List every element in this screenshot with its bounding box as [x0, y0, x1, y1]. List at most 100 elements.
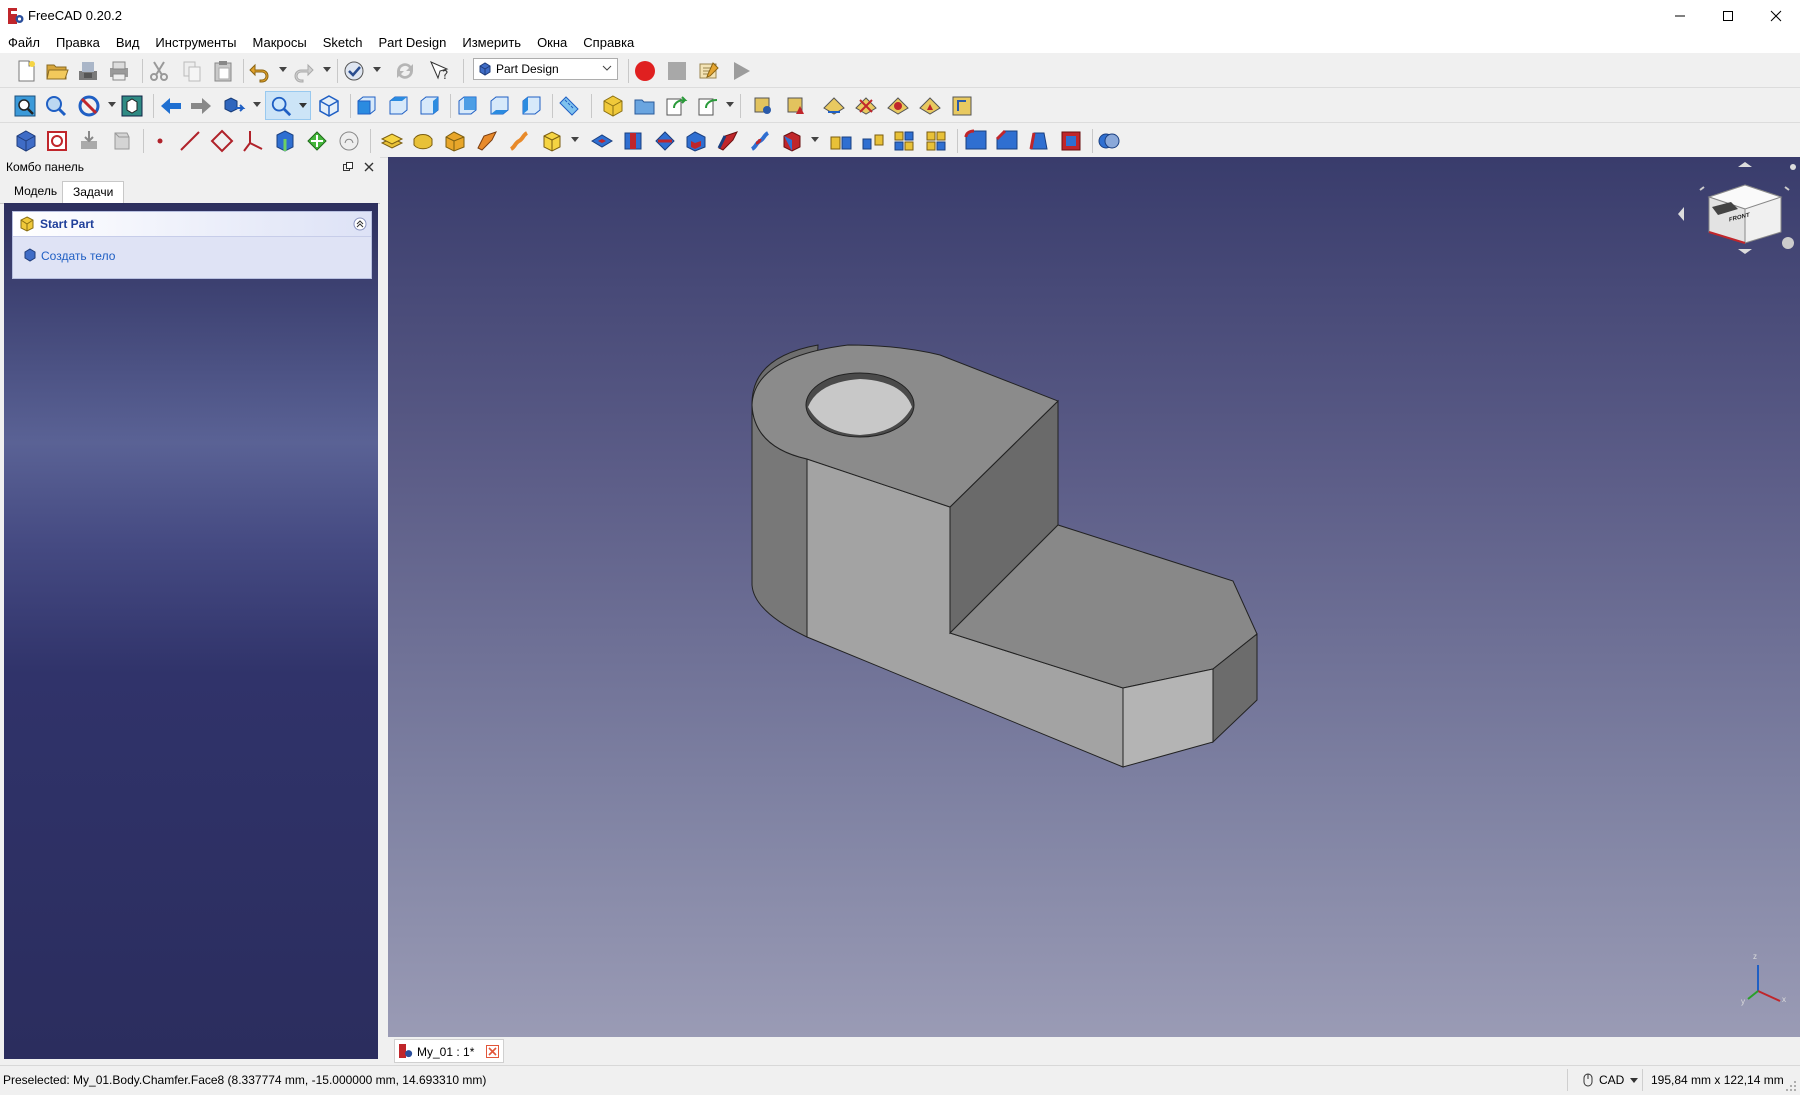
create-group-icon[interactable]: [633, 94, 657, 118]
datum-line-icon[interactable]: [178, 129, 202, 153]
additive-primitive-icon[interactable]: [540, 129, 564, 153]
dimension-icon[interactable]: [751, 94, 775, 118]
view-bottom-icon[interactable]: [487, 94, 511, 118]
chamfer-icon[interactable]: [995, 129, 1019, 153]
polar-pattern-icon[interactable]: [892, 129, 916, 153]
macro-stop-icon[interactable]: [665, 59, 689, 83]
new-document-icon[interactable]: [14, 59, 38, 83]
subtractive-pipe-icon[interactable]: [716, 129, 740, 153]
datum-point-icon[interactable]: [148, 129, 172, 153]
draft-icon[interactable]: [1027, 129, 1051, 153]
refresh-dropdown-icon[interactable]: [373, 67, 381, 72]
subtractive-primitive-dropdown-icon[interactable]: [811, 137, 819, 142]
view-top-icon[interactable]: [386, 94, 410, 118]
hole-icon[interactable]: [621, 129, 645, 153]
view-rear-icon[interactable]: [455, 94, 479, 118]
forward-arrow-icon[interactable]: [189, 94, 213, 118]
recompute-icon[interactable]: [393, 59, 417, 83]
menu-tools[interactable]: Инструменты: [147, 35, 244, 50]
subtractive-loft-icon[interactable]: [684, 129, 708, 153]
sync-view-icon[interactable]: [222, 94, 246, 118]
menu-help[interactable]: Справка: [575, 35, 642, 50]
print-icon[interactable]: [107, 59, 131, 83]
view-front-icon[interactable]: [354, 94, 378, 118]
save-icon[interactable]: [76, 59, 100, 83]
redo-dropdown-icon[interactable]: [323, 67, 331, 72]
menu-part-design[interactable]: Part Design: [370, 35, 454, 50]
boolean-icon[interactable]: [1097, 129, 1121, 153]
fit-all-icon[interactable]: [13, 94, 37, 118]
menu-measure[interactable]: Измерить: [454, 35, 529, 50]
draw-style-icon[interactable]: [77, 94, 101, 118]
back-arrow-icon[interactable]: [159, 94, 183, 118]
bounding-box-icon[interactable]: [120, 94, 144, 118]
model-canvas[interactable]: [388, 157, 1800, 1037]
float-panel-icon[interactable]: [343, 162, 353, 172]
sub-shape-binder-icon[interactable]: [305, 129, 329, 153]
additive-loft-icon[interactable]: [443, 129, 467, 153]
std-view-menu-button[interactable]: [265, 91, 311, 120]
datum-plane-icon[interactable]: [210, 129, 234, 153]
workbench-select[interactable]: Part Design: [473, 58, 618, 80]
redo-icon[interactable]: [292, 59, 316, 83]
undo-dropdown-icon[interactable]: [279, 67, 287, 72]
macro-record-icon[interactable]: [633, 59, 657, 83]
close-tab-icon[interactable]: [486, 1045, 499, 1058]
draw-style-dropdown-icon[interactable]: [108, 102, 116, 107]
create-sketch-icon[interactable]: [45, 129, 69, 153]
close-window-button[interactable]: [1752, 0, 1800, 31]
menu-macros[interactable]: Макросы: [244, 35, 314, 50]
menu-view[interactable]: Вид: [108, 35, 148, 50]
map-sketch-icon[interactable]: [109, 129, 133, 153]
resize-grip-icon[interactable]: [1786, 1081, 1797, 1092]
link-actions-icon[interactable]: [696, 94, 720, 118]
measure-toggle-all-icon[interactable]: [950, 94, 974, 118]
navigation-cube[interactable]: [1678, 162, 1800, 254]
revolution-icon[interactable]: [411, 129, 435, 153]
fillet-icon[interactable]: [964, 129, 988, 153]
menu-edit[interactable]: Правка: [48, 35, 108, 50]
linear-pattern-icon[interactable]: [861, 129, 885, 153]
macro-run-icon[interactable]: [729, 59, 753, 83]
make-link-icon[interactable]: [664, 94, 688, 118]
tab-model[interactable]: Модель: [4, 181, 67, 202]
toggle-3d-icon[interactable]: [886, 94, 910, 118]
validate-sketch-icon[interactable]: [77, 129, 101, 153]
part-model[interactable]: [751, 344, 1258, 768]
paste-icon[interactable]: [211, 59, 235, 83]
maximize-button[interactable]: [1704, 0, 1752, 31]
local-coordinate-system-icon[interactable]: [242, 129, 266, 153]
additive-pipe-icon[interactable]: [475, 129, 499, 153]
clone-icon[interactable]: [337, 129, 361, 153]
subtractive-helix-icon[interactable]: [748, 129, 772, 153]
view-left-icon[interactable]: [519, 94, 543, 118]
menu-sketch[interactable]: Sketch: [315, 35, 371, 50]
macro-edit-icon[interactable]: [697, 59, 721, 83]
close-panel-icon[interactable]: [364, 162, 374, 172]
3d-viewport[interactable]: z x y FRONT: [388, 157, 1800, 1037]
view-right-icon[interactable]: [417, 94, 441, 118]
fit-selection-icon[interactable]: [44, 94, 68, 118]
additive-primitive-dropdown-icon[interactable]: [571, 137, 579, 142]
toggle-delta-icon[interactable]: [918, 94, 942, 118]
pad-icon[interactable]: [380, 129, 404, 153]
thickness-icon[interactable]: [1059, 129, 1083, 153]
cut-icon[interactable]: [147, 59, 171, 83]
clear-all-icon[interactable]: [854, 94, 878, 118]
undo-icon[interactable]: [247, 59, 271, 83]
refresh-check-icon[interactable]: [342, 59, 366, 83]
minimize-button[interactable]: [1656, 0, 1704, 31]
document-tab[interactable]: My_01 : 1*: [394, 1039, 504, 1063]
measure-linear-icon[interactable]: [822, 94, 846, 118]
collapse-icon[interactable]: [353, 217, 367, 231]
create-part-icon[interactable]: [601, 94, 625, 118]
pocket-icon[interactable]: [590, 129, 614, 153]
menu-file[interactable]: Файл: [0, 35, 48, 50]
measure-distance-icon[interactable]: [557, 94, 581, 118]
open-folder-icon[interactable]: [45, 59, 69, 83]
dimension-delta-icon[interactable]: [784, 94, 808, 118]
whats-this-icon[interactable]: ?: [428, 59, 452, 83]
groove-icon[interactable]: [653, 129, 677, 153]
additive-helix-icon[interactable]: [507, 129, 531, 153]
multi-transform-icon[interactable]: [924, 129, 948, 153]
